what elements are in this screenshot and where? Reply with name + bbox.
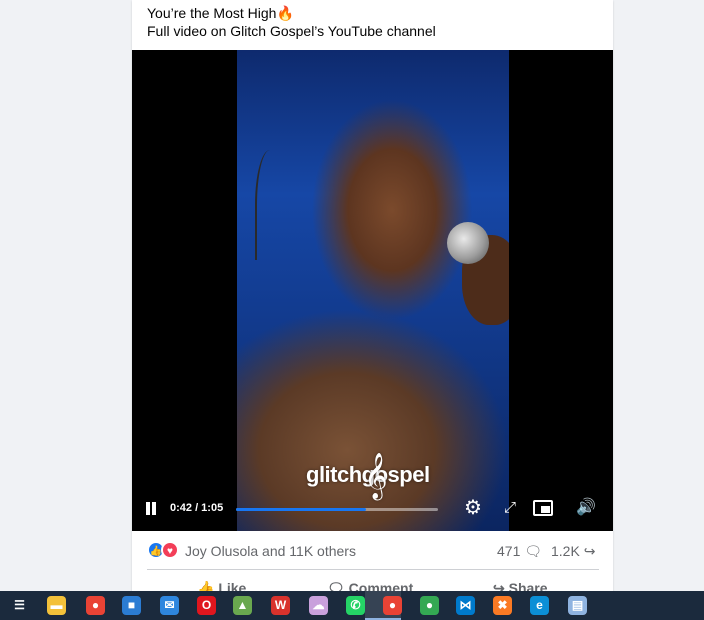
file-explorer-icon[interactable]: ▬	[47, 596, 66, 615]
caption-line-1: You’re the Most High🔥	[147, 4, 603, 22]
love-reaction-icon: ♥	[161, 541, 179, 559]
xampp-icon[interactable]: ✖	[493, 596, 512, 615]
pause-button[interactable]	[145, 502, 157, 515]
share-arrow-icon: ↪	[583, 543, 596, 559]
chrome-active-icon[interactable]: ●	[383, 596, 402, 615]
share-count-value: 1.2K	[551, 543, 580, 559]
opera-icon[interactable]: O	[197, 596, 216, 615]
post-stats: 👍 ♥ Joy Olusola and 11K others 471 🗨 1.2…	[147, 539, 599, 563]
seek-bar[interactable]	[236, 508, 438, 511]
edge-icon[interactable]: e	[530, 596, 549, 615]
earpiece-wire	[255, 150, 285, 260]
fire-emoji: 🔥	[276, 5, 294, 21]
caption-title: You’re the Most High	[147, 5, 277, 21]
comment-count[interactable]: 471 🗨	[497, 543, 542, 560]
chrome-profile-icon[interactable]: ●	[420, 596, 439, 615]
wps-icon[interactable]: W	[271, 596, 290, 615]
video-controls: 0:42 / 1:05 ⚙ ⤢ 🔊	[132, 487, 613, 531]
mail-icon[interactable]: ✉	[160, 596, 179, 615]
video-player[interactable]: glitchgospel 𝄞 0:42 / 1:05 ⚙ ⤢ 🔊	[132, 50, 613, 531]
whatsapp-icon[interactable]: ✆	[346, 596, 365, 615]
windows-taskbar: ☰ ▬ ● ■ ✉ O ▲ W ☁ ✆ ● ● ⋈ ✖ e ▤	[0, 591, 704, 620]
store-icon[interactable]: ■	[122, 596, 141, 615]
settings-gear-icon[interactable]: ⚙	[461, 497, 485, 519]
volume-icon[interactable]: 🔊	[574, 497, 598, 519]
post-card: You’re the Most High🔥 Full video on Glit…	[132, 0, 613, 596]
share-count[interactable]: 1.2K ↪	[551, 543, 595, 560]
comment-count-value: 471	[497, 543, 521, 559]
vscode-icon[interactable]: ⋈	[456, 596, 475, 615]
seek-progress	[236, 508, 367, 511]
feed-background: You’re the Most High🔥 Full video on Glit…	[0, 0, 704, 596]
picture-in-picture-icon[interactable]	[533, 500, 553, 516]
reaction-icons[interactable]: 👍 ♥	[147, 541, 183, 559]
microphone	[447, 222, 489, 264]
notepad-icon[interactable]: ▤	[568, 596, 587, 615]
actions-divider	[147, 569, 599, 570]
task-view-icon[interactable]: ☰	[10, 596, 29, 615]
cloud-icon[interactable]: ☁	[309, 596, 328, 615]
comment-bubble-icon: 🗨	[524, 543, 543, 559]
caption-line-2: Full video on Glitch Gospel’s YouTube ch…	[147, 23, 436, 39]
app-icon[interactable]: ▲	[233, 596, 252, 615]
reactions-text[interactable]: Joy Olusola and 11K others	[185, 543, 356, 559]
chrome-icon[interactable]: ●	[86, 596, 105, 615]
video-frame[interactable]: glitchgospel 𝄞	[237, 50, 509, 531]
post-caption: You’re the Most High🔥 Full video on Glit…	[147, 4, 603, 40]
fullscreen-expand-icon[interactable]: ⤢	[498, 497, 522, 519]
time-display: 0:42 / 1:05	[170, 502, 224, 514]
